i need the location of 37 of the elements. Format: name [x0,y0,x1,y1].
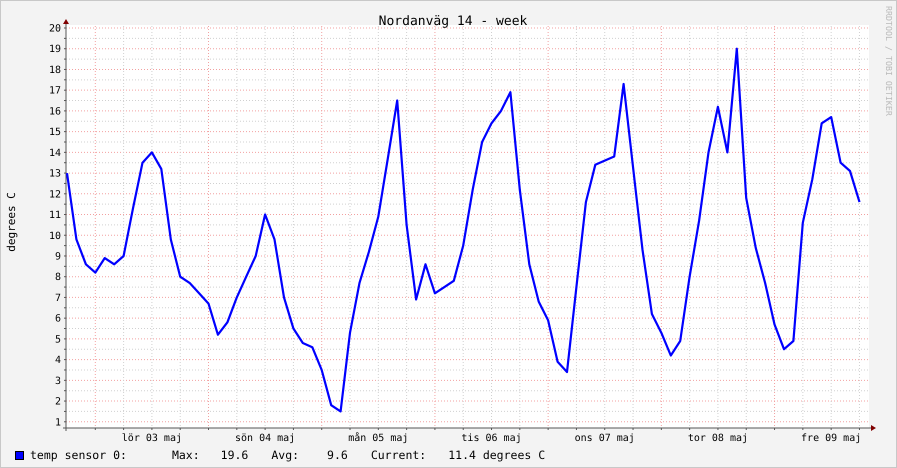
legend-label: temp sensor 0: [30,446,127,464]
tick-label: 4 [54,355,61,366]
tick-label: 14 [48,148,61,159]
tick-label: sön 04 maj [235,433,296,444]
tick-label: tor 08 maj [688,433,748,444]
stat-value: 9.6 [327,446,348,464]
tick-label: 2 [54,396,61,408]
tick-label: 7 [54,292,61,304]
stat-label: Avg: [271,446,300,464]
tick-label: 19 [48,44,61,56]
tick-label: 16 [48,106,61,118]
tick-label: 17 [48,86,61,97]
credit-text: RRDTOOL / TOBI OETIKER [884,6,894,116]
tick-label: 15 [48,127,61,138]
stat-value: 11.4 degrees C [448,446,546,464]
tick-label: 3 [54,376,61,387]
axis-label: degrees C [5,192,18,252]
tick-label: 9 [54,251,61,262]
tick-label: 20 [48,24,61,34]
tick-label: 18 [48,64,61,76]
stat-value: 19.6 [220,446,248,464]
tick-label: ons 07 maj [574,433,635,444]
tick-label: fre 09 maj [801,433,862,444]
tick-label: 10 [48,230,61,242]
tick-label: mån 05 maj [348,433,408,444]
stat-label: Max: [172,446,200,464]
tick-label: tis 06 maj [461,433,522,444]
tick-label: 12 [48,189,61,200]
tick-label: 11 [48,210,61,222]
tick-label: 13 [48,168,61,180]
stat-label: Current: [370,446,426,464]
chart-title: Nordanväg 14 - week [378,14,528,29]
tick-label: lör 03 maj [122,433,182,444]
tick-label: 1 [54,417,61,428]
tick-label: 6 [54,314,61,325]
tick-label: 8 [54,272,61,284]
tick-label: 5 [54,334,61,346]
